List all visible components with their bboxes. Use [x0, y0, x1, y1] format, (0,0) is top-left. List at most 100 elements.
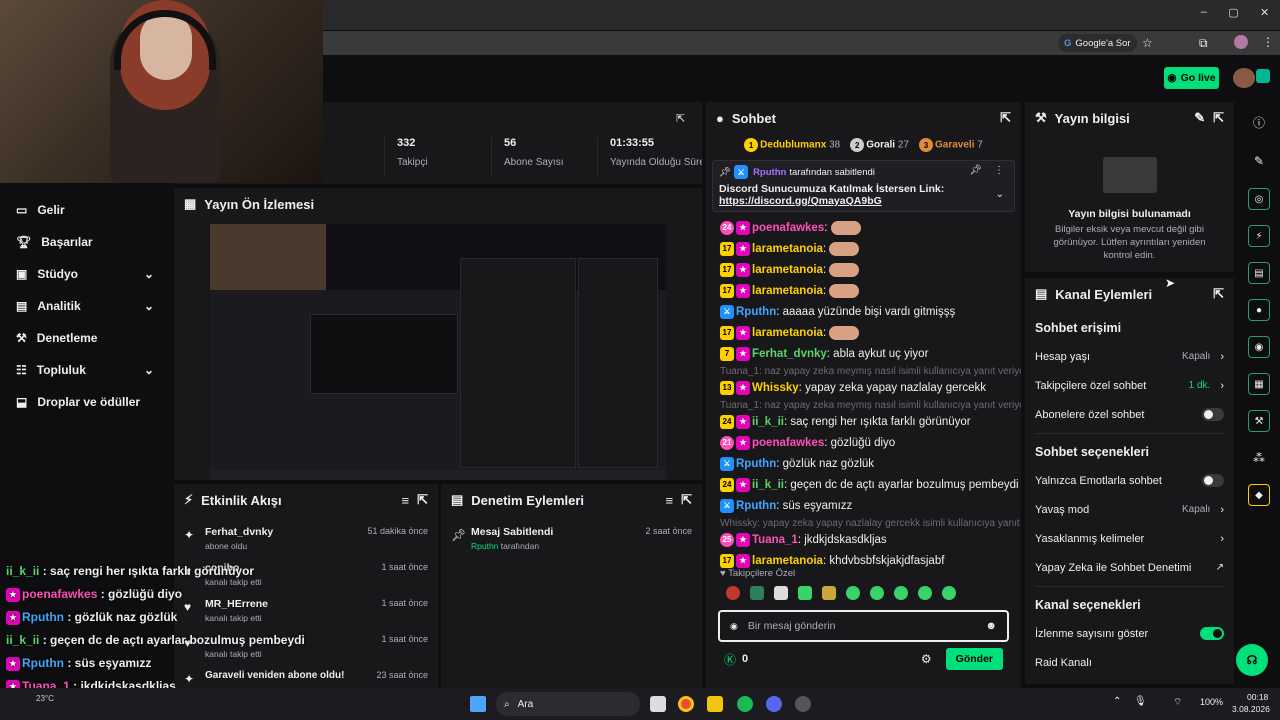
emote-item[interactable]: [918, 586, 932, 600]
chat-username[interactable]: ii_k_ii: [752, 479, 784, 491]
send-button[interactable]: Gönder: [945, 648, 1003, 670]
emote-image[interactable]: [829, 325, 860, 340]
emoji-icon[interactable]: ☻: [985, 620, 997, 632]
channel-icon[interactable]: [1256, 69, 1270, 83]
username-link[interactable]: Rputhn: [753, 167, 786, 178]
emote-item[interactable]: [774, 586, 788, 600]
chat-username[interactable]: larametanoia: [752, 327, 823, 339]
popout-icon[interactable]: ⇱: [1213, 286, 1224, 302]
go-live-button[interactable]: ◉ Go live: [1164, 67, 1219, 89]
emote-item[interactable]: [750, 586, 764, 600]
wrench-icon[interactable]: ⚒: [1248, 410, 1270, 432]
emote-item[interactable]: [870, 586, 884, 600]
support-button[interactable]: ☊: [1236, 644, 1268, 676]
camera-icon[interactable]: ◎: [1248, 188, 1270, 210]
windows-start-icon[interactable]: [470, 696, 486, 712]
chat-username[interactable]: poenafawkes: [752, 437, 824, 449]
kick-points-icon[interactable]: Ⓚ: [724, 651, 736, 668]
gear-icon[interactable]: ⚙: [921, 652, 932, 666]
close-window-button[interactable]: ✕: [1260, 6, 1269, 24]
unpin-icon[interactable]: 📌︎: [969, 165, 982, 176]
sidebar-item-basarilar[interactable]: 🏆︎ Başarılar: [0, 226, 170, 258]
taskbar-search[interactable]: ⌕ Ara: [496, 692, 640, 716]
chat-username[interactable]: Ferhat_dvnky: [752, 348, 827, 360]
chat-username[interactable]: ii_k_ii: [752, 416, 784, 428]
pencil-icon[interactable]: ✎: [1238, 150, 1280, 188]
followers-chat-row[interactable]: Takipçilere özel sohbet 1 dk. ›: [1025, 371, 1234, 400]
weather-widget[interactable]: 23°C: [36, 694, 54, 703]
chat-username[interactable]: larametanoia: [752, 285, 823, 297]
browser-menu-icon[interactable]: ⋮: [1262, 35, 1274, 49]
chat-input[interactable]: ◉ Bir mesaj gönderin ☻: [718, 610, 1009, 642]
broadcast-icon[interactable]: ◉: [1248, 336, 1270, 358]
sidebar-item-denetleme[interactable]: ⚒ Denetleme: [0, 322, 170, 354]
community-icon[interactable]: ⁂: [1238, 447, 1280, 484]
emote-only-toggle[interactable]: [1202, 474, 1224, 487]
bookmark-star-icon[interactable]: ☆: [1142, 36, 1153, 50]
sidebar-item-droplar[interactable]: ⬓ Droplar ve ödüller: [0, 386, 170, 418]
clock-date[interactable]: 3.08.2026: [1232, 704, 1270, 714]
emote-item[interactable]: [822, 586, 836, 600]
filter-icon[interactable]: ≡: [666, 493, 674, 508]
sidebar-item-studyo[interactable]: ▣ Stüdyo ⌄: [0, 258, 170, 290]
lightning-icon[interactable]: ⚡︎: [1248, 225, 1270, 247]
obs-icon[interactable]: [795, 696, 811, 712]
pencil-icon[interactable]: ✎: [1194, 110, 1205, 126]
emote-item[interactable]: [846, 586, 860, 600]
leaderboard-item[interactable]: 1 Dedublumanx 38: [744, 138, 840, 152]
chat-username[interactable]: Rputhn: [736, 458, 776, 470]
username-link[interactable]: Rputhn: [471, 541, 498, 551]
emote-item[interactable]: [726, 586, 740, 600]
maximize-button[interactable]: ▢: [1228, 6, 1238, 24]
chat-username[interactable]: Rputhn: [736, 306, 776, 318]
chat-username[interactable]: Tuana_1: [752, 534, 798, 546]
chat-username[interactable]: Whissky: [752, 382, 799, 394]
more-options-icon[interactable]: ⋮: [994, 165, 1004, 176]
chrome-icon[interactable]: [678, 696, 694, 712]
emote-item[interactable]: [894, 586, 908, 600]
leaderboard-item[interactable]: 2 Gorali 27: [850, 138, 909, 152]
task-view-icon[interactable]: [650, 696, 666, 712]
notes-icon[interactable]: ▤: [1248, 262, 1270, 284]
popout-icon[interactable]: ⇱: [1000, 110, 1011, 126]
chevron-down-icon[interactable]: ⌄: [996, 189, 1004, 200]
show-viewers-toggle[interactable]: [1200, 627, 1224, 640]
account-age-row[interactable]: Hesap yaşı Kapalı ›: [1025, 342, 1234, 371]
emote-image[interactable]: [829, 283, 860, 298]
emote-image[interactable]: [830, 220, 861, 235]
sidebar-item-analitik[interactable]: ▤ Analitik ⌄: [0, 290, 170, 322]
chat-settings-icon[interactable]: ◉: [730, 621, 738, 632]
google-sor-button[interactable]: G Google'a Sor: [1058, 34, 1137, 52]
raid-row[interactable]: Raid Kanalı: [1025, 648, 1234, 677]
user-avatar[interactable]: [1233, 68, 1255, 88]
chat-username[interactable]: poenafawkes: [752, 222, 824, 234]
minimize-button[interactable]: –: [1201, 6, 1207, 24]
slow-mode-row[interactable]: Yavaş mod Kapalı ›: [1025, 495, 1234, 524]
profile-avatar[interactable]: [1234, 35, 1248, 49]
spotify-icon[interactable]: [737, 696, 753, 712]
reply-context[interactable]: Tuana_1: naz yapay zeka meymış nasıl isi…: [706, 365, 1021, 378]
sidebar-item-gelir[interactable]: ▭ Gelir: [0, 194, 170, 226]
battery-status[interactable]: 100%: [1200, 697, 1223, 707]
reply-context[interactable]: Tuana_1: naz yapay zeka meymış nasıl isi…: [706, 399, 1021, 412]
sidebar-item-topluluk[interactable]: ☷ Topluluk ⌄: [0, 354, 170, 386]
emote-image[interactable]: [829, 262, 860, 277]
popout-icon[interactable]: ⇱: [676, 112, 685, 125]
chat-username[interactable]: larametanoia: [752, 243, 823, 255]
popout-icon[interactable]: ⇱: [1213, 110, 1224, 126]
target-icon[interactable]: ◆: [1248, 484, 1270, 506]
wifi-icon[interactable]: ⌔: [1173, 696, 1182, 709]
popout-icon[interactable]: ⇱: [417, 492, 428, 508]
info-icon[interactable]: ⓘ: [1238, 112, 1280, 150]
reply-context[interactable]: Whissky: yapay zeka yapay nazlalay gerce…: [706, 517, 1021, 530]
chat-username[interactable]: larametanoia: [752, 264, 823, 276]
stream-video-preview[interactable]: [210, 224, 666, 480]
leaderboard-item[interactable]: 3 Garaveli 7: [919, 138, 983, 152]
emote-item[interactable]: [798, 586, 812, 600]
extensions-icon[interactable]: ⧉: [1199, 36, 1208, 51]
file-explorer-icon[interactable]: [707, 696, 723, 712]
popout-icon[interactable]: ⇱: [681, 492, 692, 508]
layout-icon[interactable]: ▦: [1248, 373, 1270, 395]
pinned-link[interactable]: https://discord.gg/QmayaQA9bG: [719, 195, 1008, 207]
chat-username[interactable]: larametanoia: [752, 555, 823, 567]
